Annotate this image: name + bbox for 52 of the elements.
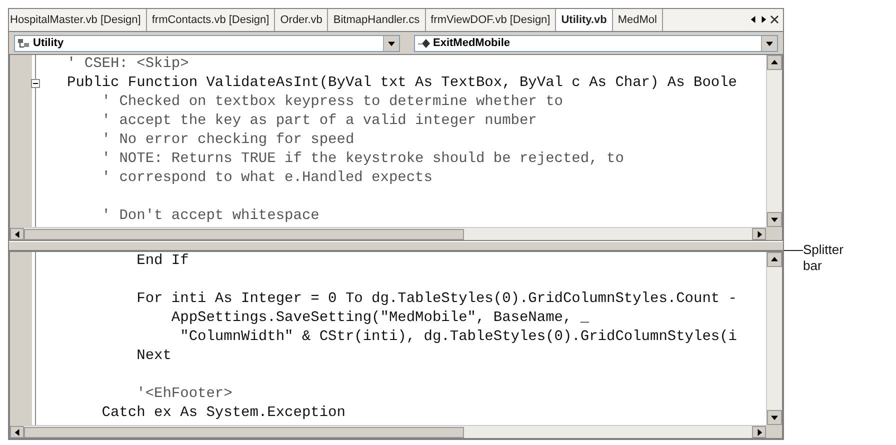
document-tab[interactable]: frmContacts.vb [Design] xyxy=(146,9,276,31)
down-arrow-icon xyxy=(771,216,778,224)
down-arrow-icon xyxy=(771,414,778,421)
document-tab[interactable]: Utility.vb xyxy=(556,9,613,31)
code-line: End If xyxy=(136,252,190,272)
vertical-scrollbar[interactable] xyxy=(766,252,782,425)
code-comment: ' Don't accept whitespace xyxy=(100,207,320,226)
code-line: "ColumnWidth" & CStr(inti), dg.TableStyles(0).GridColumnStyles(i xyxy=(179,328,738,348)
scrollbar-thumb[interactable] xyxy=(24,426,464,438)
method-dropdown[interactable]: ExitMedMobile xyxy=(414,34,778,52)
dropdown-arrow-icon xyxy=(388,40,395,47)
code-line: Next xyxy=(136,347,172,366)
code-comment: '<EhFooter> xyxy=(136,385,234,404)
scrollbar-thumb[interactable] xyxy=(24,228,464,240)
code-line: For inti As Integer = 0 To dg.TableStyles(0).GridColumnStyles.Count - xyxy=(136,290,738,310)
left-arrow-icon xyxy=(750,16,757,24)
right-arrow-icon xyxy=(756,428,762,436)
splitter-bar[interactable] xyxy=(9,241,783,252)
method-icon xyxy=(417,38,431,49)
close-icon[interactable] xyxy=(770,15,779,24)
right-arrow-icon xyxy=(760,16,767,24)
dropdown-arrow-icon xyxy=(766,40,773,47)
horizontal-scrollbar[interactable] xyxy=(10,425,766,438)
document-tab[interactable]: HospitalMaster.vb [Design] xyxy=(9,9,147,31)
up-arrow-icon xyxy=(771,256,778,264)
document-tab[interactable]: MedMol xyxy=(612,9,663,31)
code-comment: ' NOTE: Returns TRUE if the keystroke should be rejected, to xyxy=(100,150,625,170)
class-icon xyxy=(17,36,31,50)
horizontal-scrollbar[interactable] xyxy=(10,227,766,240)
scroll-left-button[interactable] xyxy=(750,16,757,24)
callout-label: Splitter bar xyxy=(803,242,844,274)
leader-line xyxy=(784,250,803,251)
scrollbar-corner xyxy=(766,425,782,438)
scroll-right-button[interactable] xyxy=(760,16,767,24)
document-tab[interactable]: Order.vb xyxy=(275,9,328,31)
code-comment: ' CSEH: <Skip> xyxy=(67,55,190,74)
code-line: AppSettings.SaveSetting("MedMobile", BaseName, _ xyxy=(170,309,590,328)
code-comment: ' Checked on textbox keypress to determine whether to xyxy=(100,93,564,112)
code-comment: ' No error checking for speed xyxy=(100,131,356,150)
left-arrow-icon xyxy=(14,428,20,436)
up-arrow-icon xyxy=(771,59,778,66)
scrollbar-corner xyxy=(766,227,782,240)
code-line: Catch ex As System.Exception xyxy=(100,404,346,424)
document-tab[interactable]: BitmapHandler.cs xyxy=(328,9,426,31)
code-line: Public Function ValidateAsInt(ByVal txt As TextBox, ByVal c As Char) As Boole xyxy=(67,74,738,94)
class-dropdown[interactable]: Utility xyxy=(14,34,400,52)
code-comment: ' correspond to what e.Handled expects xyxy=(100,169,434,188)
right-arrow-icon xyxy=(756,230,762,238)
vertical-scrollbar[interactable] xyxy=(766,55,782,228)
code-comment: ' accept the key as part of a valid integer number xyxy=(100,112,538,132)
collapse-icon[interactable] xyxy=(31,79,40,88)
left-arrow-icon xyxy=(14,230,20,238)
